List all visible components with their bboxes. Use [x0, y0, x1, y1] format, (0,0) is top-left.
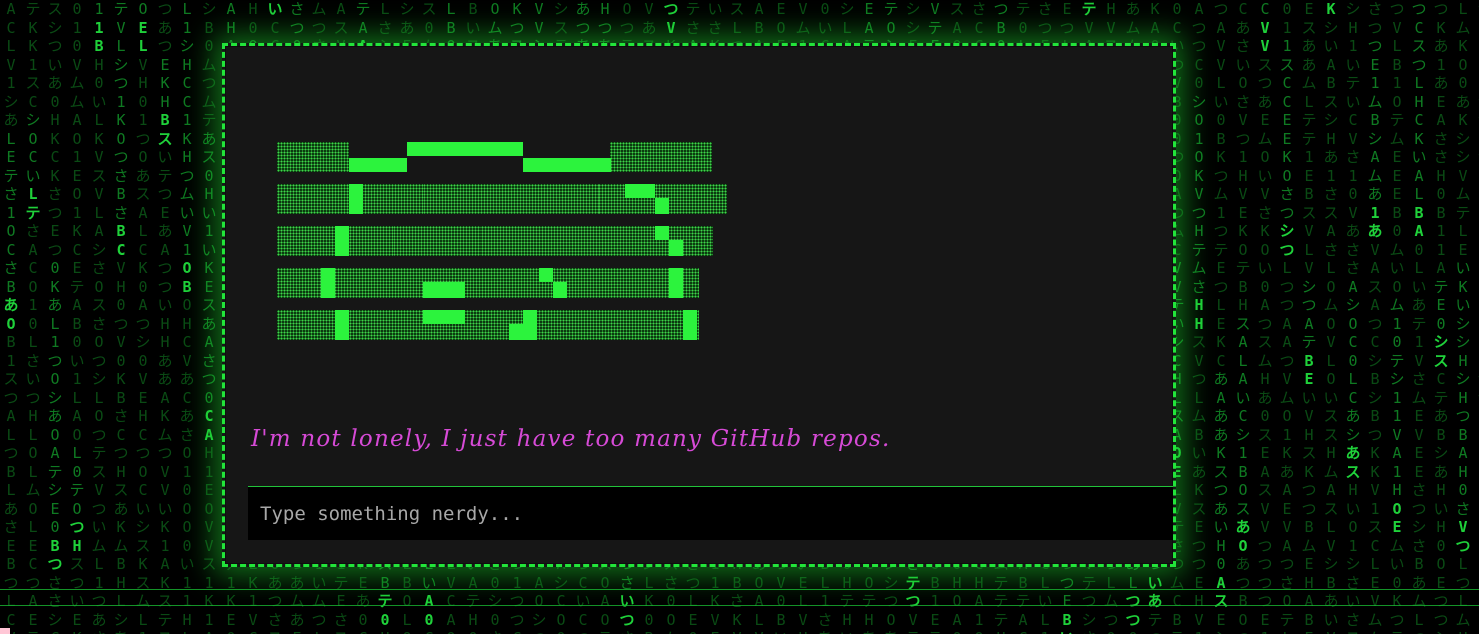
logo-pixel-block	[655, 226, 669, 240]
logo-pixel-block	[349, 184, 363, 214]
logo-dotted-band	[423, 184, 599, 214]
corner-marker	[0, 628, 10, 634]
logo-pixel-block	[423, 282, 465, 298]
logo-pixel-block	[321, 268, 335, 298]
logo-pixel-block	[335, 310, 349, 340]
logo-pixel-block	[625, 184, 655, 198]
footer-divider	[0, 589, 1479, 590]
rain-column: KシいABスシHあ1さスAさLOムOVLOいススHムAスLVシBあいV	[1323, 0, 1339, 634]
logo-dotted-band	[393, 226, 481, 256]
rain-column: シH1いテいCVさ10VあささAシOC0LCあシあスHいO1シさいさス	[1345, 0, 1361, 634]
input-container	[248, 486, 1173, 540]
logo-pixel-block	[539, 268, 553, 282]
rain-column: つKあ1あEAささH0B11AテE0シスCテあBシあHいH0OEつつシ	[1433, 0, 1449, 634]
logo-pixel-block	[523, 310, 537, 324]
logo-dotted-band	[277, 142, 349, 172]
rain-column: CVVスつあEムOいVさKOい0AつスムHあ0スEAスVVつつつつE1	[1257, 0, 1273, 634]
logo-dotted-band	[277, 268, 699, 298]
rain-column: さつつE1ムBシAムあ1あVAスAつCシBシBつKKV1スCLEVムム	[1367, 0, 1383, 634]
logo-pixel-block	[655, 198, 669, 214]
rain-column: テKK1スCシOCいLテさACO10LさいつHLOLムOLECつAEテ	[25, 0, 41, 634]
rain-column: つCスつLHCKいALBA0Lいあテ1VさムEVEEさつシさBあムLつ	[1411, 0, 1427, 634]
rain-column: EスああムLテテ1EBスVLVシつAテBEいVHスKつつBムEHABE	[1301, 0, 1317, 634]
rain-column: つVLB1OテムEEEB0ムいOム10テシ11VA1HOEムい0Kつテ	[1389, 0, 1405, 634]
logo-dotted-band	[610, 142, 712, 172]
logo-pixel-block	[509, 324, 537, 340]
pixel-art-logo-icon	[277, 142, 737, 352]
quote-message: I'm not lonely, I just have too many Git…	[251, 426, 891, 452]
terminal-panel: I'm not lonely, I just have too many Git…	[222, 43, 1176, 567]
logo-pixel-block	[669, 268, 683, 298]
logo-pixel-block	[669, 240, 683, 256]
nerdy-text-input[interactable]	[248, 487, 1173, 540]
logo-pixel-block	[423, 310, 465, 324]
logo-pixel-block	[683, 310, 697, 340]
rain-column: 010VムムAO1EO1KCEテAB0い1LAOL0テOつHスついEK	[69, 0, 85, 634]
rain-column: AつつC0シO1OKVつHテムさHHスVつLムBいあKスEつつEHV1	[1191, 0, 1207, 634]
logo-pixel-block	[523, 158, 611, 172]
rain-column: つあつEKHBスいテつEあAつついHHああAKムつVVいK1AKステス	[157, 0, 173, 634]
rain-column: 011スCCEEKOさつシつLつつAAつVムO1KあAEVAつさOテL	[1279, 0, 1295, 634]
rain-column: つAVVLい0BKつム1つテEつLEKCあAああKスつあいH0AスEシ	[1213, 0, 1229, 634]
rain-column: CあさいOさVつ1HVEKOテBHスALAいCシ1BOスあOあつBOつ	[1235, 0, 1251, 634]
logo-pixel-block	[349, 158, 407, 172]
footer-divider-lower	[0, 605, 1479, 606]
rain-column: 11BH0いLKVスVLAシさOスさOつシLOつテスVついムL1つあさ	[91, 0, 107, 634]
logo-pixel-block	[335, 226, 349, 256]
rain-column: LムKO0あKシシVムテLEいKいシシHシHつBAH0さVつLつLムH	[1455, 0, 1471, 634]
rain-column: L1シHCC1KHつムいV1OBOHCVあCあさO10OO0い11HL	[179, 0, 195, 634]
rain-column: テVLシつ1KOつさBさBCVH0つV0KBさCつHスあKムBHLシあ	[113, 0, 129, 634]
rain-column: OELVH01つOあスALCK0Aつシ0VEHCつOCいシスKスムL1	[135, 0, 151, 634]
rain-column: シB0ムつムテあス0Hい1いKEスあAさつ0CAH1EOVVス1K1A	[201, 0, 217, 634]
logo-pixel-block	[407, 142, 523, 156]
rain-column: スシついあ0HKCKさつEつ0KあL1つOシあOAテシE0BつささシC	[47, 0, 63, 634]
rain-column: ACLV1シあLEテさ1OCさBあOB1スつALつBLあさEBつLCV	[3, 0, 19, 634]
logo-pixel-block	[553, 282, 567, 298]
rain-column: つH0KさつつAつBAK1ABシVO1さつつ1H0AささCEHテLLC	[1474, 0, 1479, 634]
